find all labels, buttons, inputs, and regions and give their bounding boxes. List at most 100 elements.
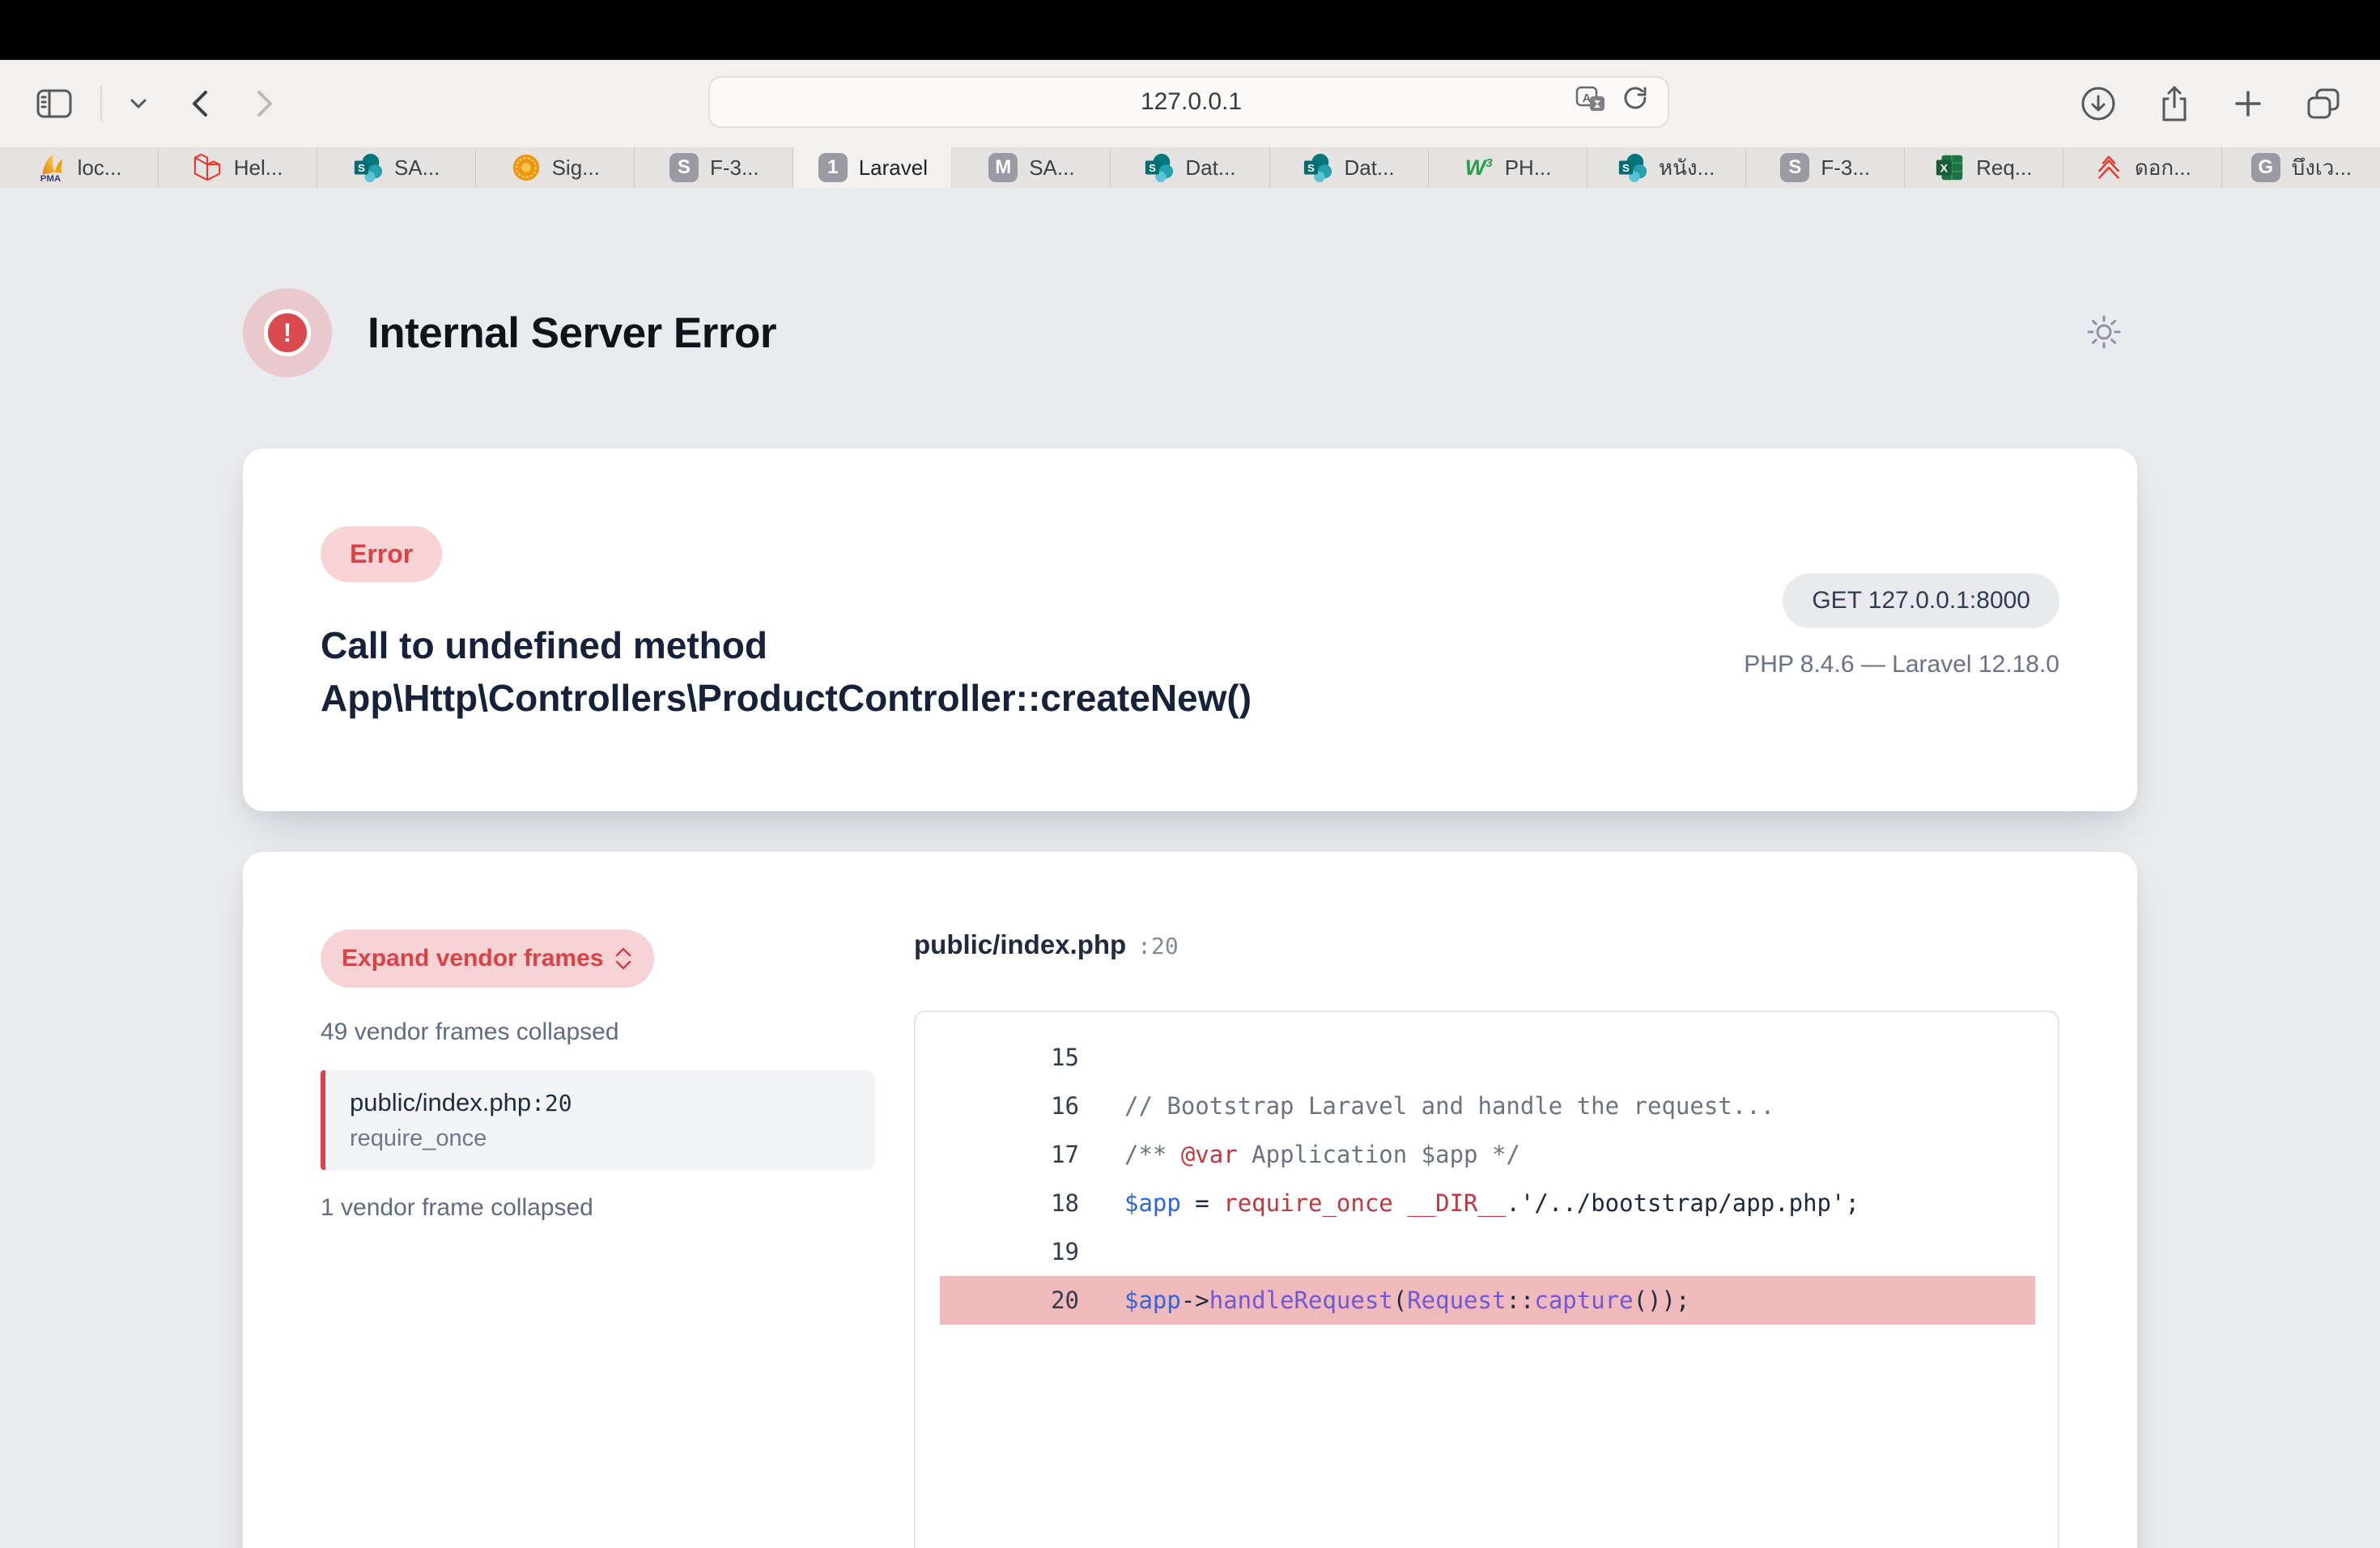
browser-tab[interactable]: Hel... (159, 147, 317, 188)
tab-label: F-3... (1821, 155, 1870, 181)
code-source: /** @var Application $app */ (1124, 1130, 1520, 1179)
tab-label: หนัง... (1659, 151, 1715, 185)
forward-button[interactable] (254, 89, 275, 118)
tab-bar: PMAloc...Hel...SSA...Sig...SF-3...1Larav… (0, 147, 2380, 188)
browser-tab[interactable]: G บึงเว... (2222, 147, 2380, 188)
toolbar-separator (100, 85, 102, 122)
tab-label: Laravel (859, 155, 928, 181)
code-line: 18$app = require_once __DIR__.'/../boots… (940, 1179, 2035, 1227)
browser-tab[interactable]: PMA loc... (0, 147, 159, 188)
svg-text:PMA: PMA (40, 174, 60, 183)
favicon-letter-icon: S (1779, 152, 1810, 183)
svg-text:S: S (1622, 162, 1630, 174)
sidebar-menu-button[interactable] (130, 98, 147, 109)
browser-tab[interactable]: 1 Laravel (793, 147, 952, 188)
share-icon (2158, 85, 2191, 122)
code-source: // Bootstrap Laravel and handle the requ… (1124, 1082, 1774, 1130)
tab-label: F-3... (710, 155, 759, 181)
browser-tab[interactable]: X Req... (1905, 147, 2063, 188)
favicon-sharepoint-icon: S (1617, 152, 1648, 183)
macos-menu-bar (0, 0, 2380, 60)
code-snippet-panel: 1516 // Bootstrap Laravel and handle the … (914, 1010, 2059, 1548)
svg-text:S: S (1307, 162, 1315, 174)
code-source: $app = require_once __DIR__.'/../bootstr… (1124, 1179, 1859, 1227)
frames-column: Expand vendor frames 49 vendor frames co… (321, 929, 875, 1222)
code-line: 16 // Bootstrap Laravel and handle the re… (940, 1082, 2035, 1130)
page-content: ! Internal Server Error Error Call to un… (0, 188, 2380, 1548)
browser-toolbar: 127.0.0.1 A (0, 60, 2380, 147)
tab-label: loc... (78, 155, 122, 181)
share-button[interactable] (2158, 85, 2191, 122)
error-type-badge: Error (321, 526, 442, 582)
error-alert-icon: ! (243, 288, 332, 377)
sun-icon (2085, 313, 2123, 351)
tab-overview-button[interactable] (2306, 87, 2341, 121)
tab-label: PH... (1505, 155, 1552, 181)
browser-tab[interactable]: MSA... (952, 147, 1111, 188)
sidebar-toggle-button[interactable] (36, 87, 73, 121)
frame-file: public/index.php:20 (350, 1088, 851, 1117)
svg-text:A: A (1583, 91, 1592, 105)
browser-tab[interactable]: Sig... (476, 147, 635, 188)
reload-icon[interactable] (1622, 86, 1650, 119)
tab-label: Hel... (234, 155, 283, 181)
page-title: Internal Server Error (368, 308, 776, 358)
sidebar-icon (36, 87, 73, 121)
browser-tab[interactable]: W3 PH... (1429, 147, 1587, 188)
favicon-w3-icon: W3 (1464, 152, 1494, 183)
browser-tab[interactable]: S F-3... (635, 147, 793, 188)
browser-tab[interactable]: SSA... (317, 147, 476, 188)
tab-label: SA... (1029, 155, 1074, 181)
tab-label: Req... (1976, 155, 2032, 181)
favicon-sharepoint-icon: S (1144, 152, 1175, 183)
favicon-seal-icon (511, 152, 542, 183)
tab-label: Sig... (552, 155, 600, 181)
svg-text:X: X (1940, 163, 1949, 176)
line-number: 16 (940, 1082, 1079, 1130)
line-number: 15 (940, 1033, 1079, 1082)
favicon-sharepoint-icon: S (1303, 152, 1333, 183)
chevron-up-down-icon (614, 947, 633, 970)
favicon-letter-icon: S (669, 152, 699, 183)
error-page-header: ! Internal Server Error (243, 288, 2137, 377)
code-file-header: public/index.php:20 (914, 929, 2059, 960)
browser-tab[interactable]: SDat... (1270, 147, 1429, 188)
collapsed-frames-note-top: 49 vendor frames collapsed (321, 1019, 875, 1046)
theme-toggle-button[interactable] (2085, 313, 2123, 353)
browser-tab[interactable]: S หนัง... (1587, 147, 1746, 188)
address-bar[interactable]: 127.0.0.1 A (708, 76, 1669, 128)
stack-trace-card: Expand vendor frames 49 vendor frames co… (243, 852, 2137, 1548)
tab-label: บึงเว... (2292, 151, 2352, 185)
new-tab-button[interactable] (2233, 88, 2263, 119)
code-column: public/index.php:20 1516 // Bootstrap Lar… (914, 929, 2059, 1548)
error-message: Call to undefined method App\Http\Contro… (321, 619, 1252, 725)
favicon-chevrons-icon (2093, 152, 2124, 183)
favicon-laravel-icon (193, 152, 223, 183)
back-button[interactable] (189, 89, 210, 118)
browser-tab[interactable]: S F-3... (1746, 147, 1905, 188)
chevron-down-icon (130, 98, 147, 109)
collapsed-frames-note-bottom: 1 vendor frame collapsed (321, 1194, 875, 1222)
error-summary-card: Error Call to undefined method App\Http\… (243, 449, 2137, 811)
browser-tab[interactable]: ดอก... (2063, 147, 2222, 188)
translate-icon[interactable]: A (1575, 85, 1608, 120)
new-tab-icon (2233, 88, 2263, 119)
address-bar-url[interactable]: 127.0.0.1 (710, 88, 1575, 116)
favicon-excel-icon: X (1935, 152, 1966, 183)
favicon-pma-icon: PMA (36, 152, 67, 183)
line-number: 19 (940, 1227, 1079, 1276)
svg-text:S: S (358, 162, 365, 174)
downloads-button[interactable] (2080, 86, 2116, 121)
forward-icon (254, 89, 275, 118)
tab-overview-icon (2306, 87, 2341, 121)
line-number: 17 (940, 1130, 1079, 1179)
browser-tab[interactable]: SDat... (1111, 147, 1269, 188)
favicon-letter-icon: 1 (818, 152, 848, 183)
code-line: 15 (940, 1033, 2035, 1082)
expand-vendor-frames-button[interactable]: Expand vendor frames (321, 929, 654, 988)
download-icon (2080, 86, 2116, 121)
code-line: 19 (940, 1227, 2035, 1276)
stack-frame-item[interactable]: public/index.php:20 require_once (321, 1070, 875, 1170)
favicon-letter-icon: G (2250, 152, 2281, 183)
frame-caller: require_once (350, 1125, 851, 1152)
